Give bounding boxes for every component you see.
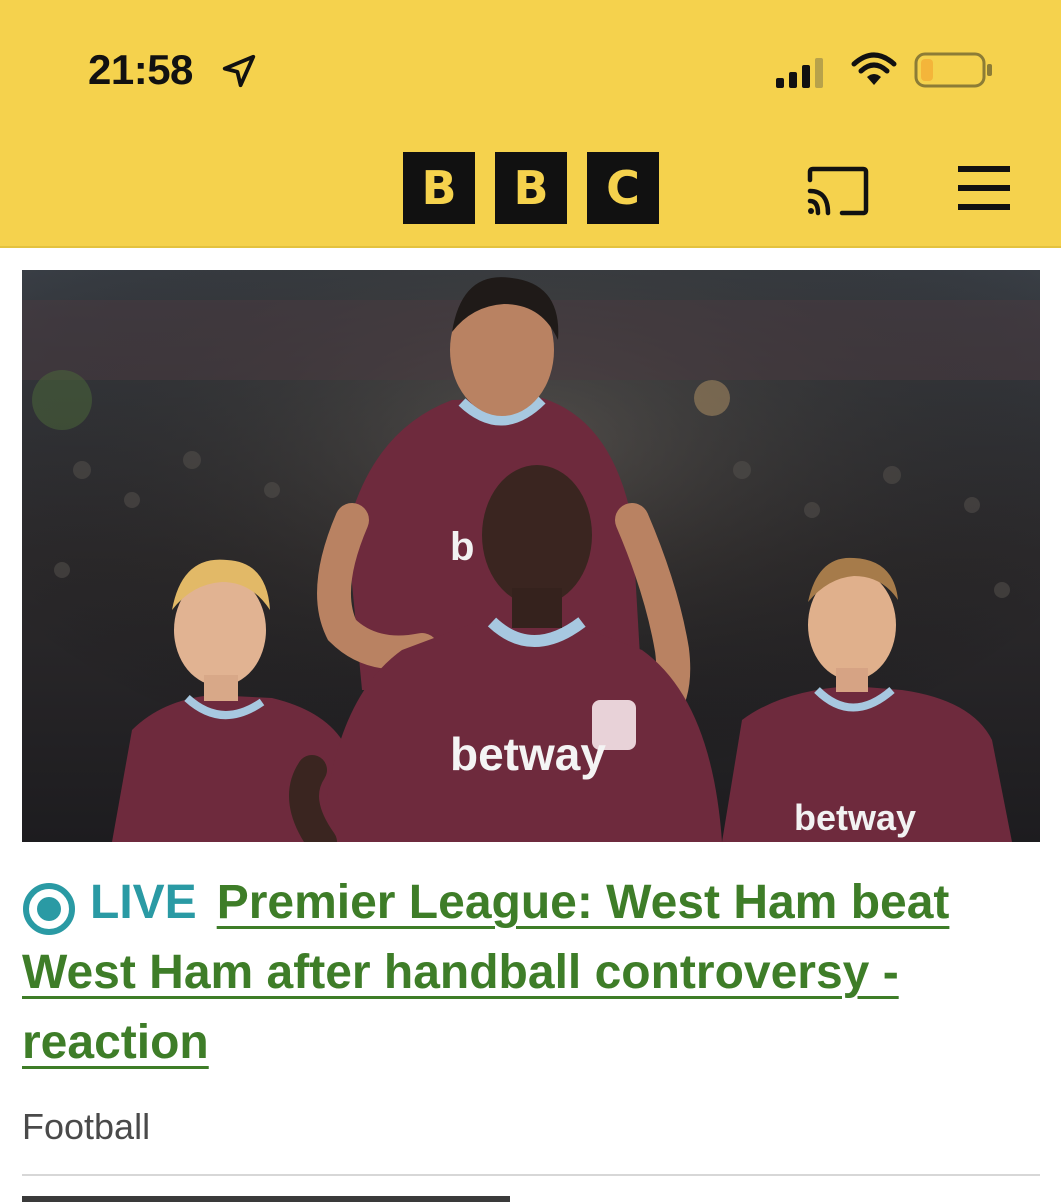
svg-text:b: b bbox=[450, 525, 474, 569]
logo-letter: C bbox=[587, 152, 659, 224]
live-label: LIVE bbox=[90, 876, 197, 929]
article-headline: LIVE Premier League: West Ham beat West … bbox=[22, 868, 1040, 1078]
next-article-image[interactable] bbox=[22, 1196, 510, 1202]
site-header: B B C bbox=[0, 130, 1061, 248]
live-marker: LIVE bbox=[22, 868, 197, 938]
article-image[interactable]: betway b betway bbox=[22, 270, 1040, 842]
wifi-icon bbox=[851, 52, 897, 85]
svg-text:betway: betway bbox=[450, 728, 606, 780]
hamburger-menu-icon[interactable] bbox=[956, 164, 1012, 212]
logo-letter: B bbox=[403, 152, 475, 224]
status-bar: 21:58 bbox=[0, 0, 1061, 130]
divider bbox=[22, 1174, 1040, 1176]
cellular-signal-icon bbox=[776, 58, 823, 88]
players-celebrating-image: betway b betway bbox=[22, 270, 1040, 842]
article-summary: LIVE Premier League: West Ham beat West … bbox=[22, 868, 1040, 1078]
cast-icon[interactable] bbox=[806, 166, 870, 216]
live-indicator-icon bbox=[23, 883, 75, 935]
logo-letter: B bbox=[495, 152, 567, 224]
bbc-logo[interactable]: B B C bbox=[403, 152, 659, 224]
battery-icon bbox=[914, 52, 992, 88]
svg-text:betway: betway bbox=[794, 797, 916, 838]
status-time: 21:58 bbox=[88, 46, 193, 93]
topic-tag[interactable]: Football bbox=[22, 1106, 150, 1148]
location-arrow-icon bbox=[222, 54, 256, 88]
